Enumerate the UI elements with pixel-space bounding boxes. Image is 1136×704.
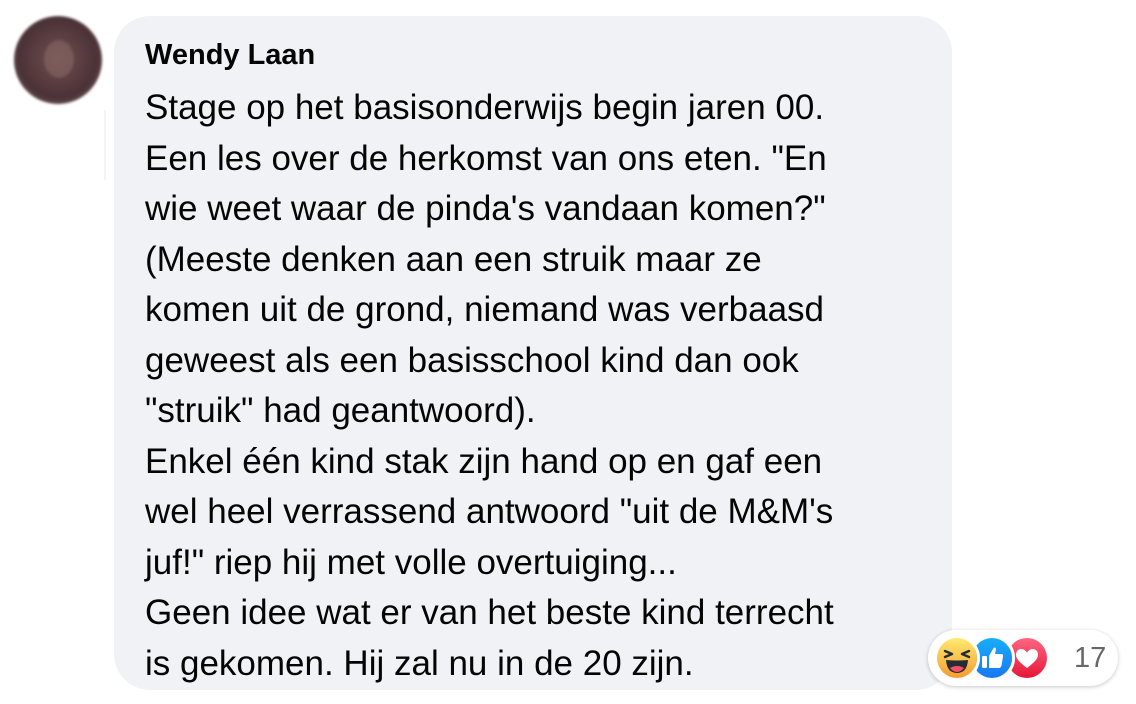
- comment-line: juf!" riep hij met volle overtuiging...: [145, 542, 677, 582]
- comment-line: "struik" had geantwoord).: [145, 391, 536, 430]
- comment-line: (Meeste denken aan een struik maar ze: [145, 239, 762, 279]
- comment-text: Stage op het basisonderwijs begin jaren …: [145, 83, 922, 689]
- thread-line: [104, 110, 106, 180]
- comment-line: wel heel verrassend antwoord "uit de M&M…: [145, 492, 834, 531]
- comment-line: Een les over de herkomst van ons eten. "…: [145, 138, 827, 178]
- comment-bubble: Wendy Laan Stage op het basisonderwijs b…: [114, 16, 952, 690]
- comment-line: komen uit de grond, niemand was verbaasd: [145, 290, 825, 329]
- comment-line: geweest als een basisschool kind dan ook: [145, 340, 799, 380]
- comment-author[interactable]: Wendy Laan: [145, 40, 922, 70]
- reaction-count: 17: [1074, 642, 1107, 674]
- comment-canvas: Wendy Laan Stage op het basisonderwijs b…: [0, 0, 1136, 704]
- haha-icon: [934, 635, 980, 681]
- comment-line: wie weet waar de pinda's vandaan komen?": [145, 189, 826, 228]
- avatar-face: [44, 40, 74, 78]
- reactions-summary[interactable]: 17: [928, 630, 1118, 686]
- comment-line: Geen idee wat er van het beste kind terr…: [145, 593, 834, 632]
- comment-line: is gekomen. Hij zal nu in de 20 zijn.: [145, 643, 694, 683]
- comment-line: Stage op het basisonderwijs begin jaren …: [145, 88, 825, 127]
- avatar[interactable]: [14, 16, 102, 104]
- comment-line: Enkel één kind stak zijn hand op en gaf …: [145, 441, 823, 481]
